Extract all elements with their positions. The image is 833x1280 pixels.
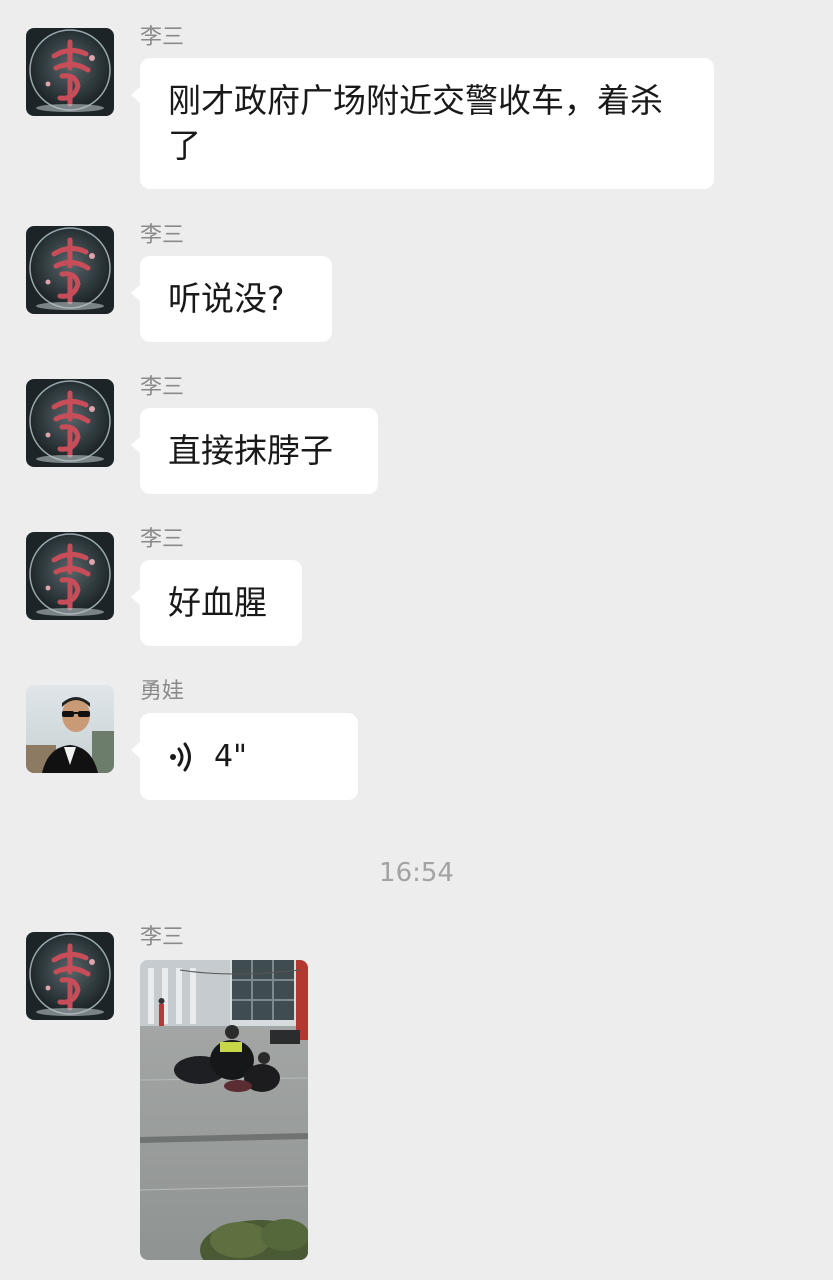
timestamp: 16:54 [379,858,454,888]
message-bubble[interactable]: 好血腥 [131,560,302,646]
chat-history[interactable]: 李三 刚才政府广场附近交警收车，着杀了 李三 听说没? 李三 直接抹脖子 李三 … [0,0,833,1280]
message-bubble[interactable]: 直接抹脖子 [131,408,378,494]
li-character-avatar-icon[interactable] [26,28,114,116]
sender-name: 李三 [140,527,185,552]
li-character-avatar-icon[interactable] [26,226,114,314]
sender-name: 勇娃 [140,679,185,704]
message-bubble[interactable]: 刚才政府广场附近交警收车，着杀了 [131,58,714,189]
street-scene-photo[interactable] [140,960,308,1260]
sender-name: 李三 [140,223,185,248]
message-bubble[interactable]: 听说没? [131,256,332,342]
sender-name: 李三 [140,25,185,50]
sender-name: 李三 [140,375,185,400]
sender-name: 李三 [140,925,185,950]
voice-message-bubble[interactable]: 4" [131,713,358,800]
li-character-avatar-icon[interactable] [26,932,114,1020]
voice-duration: 4" [214,739,247,774]
voice-wave-icon [170,742,191,771]
man-sunglasses-avatar-icon[interactable] [26,685,114,773]
li-character-avatar-icon[interactable] [26,379,114,467]
li-character-avatar-icon[interactable] [26,532,114,620]
